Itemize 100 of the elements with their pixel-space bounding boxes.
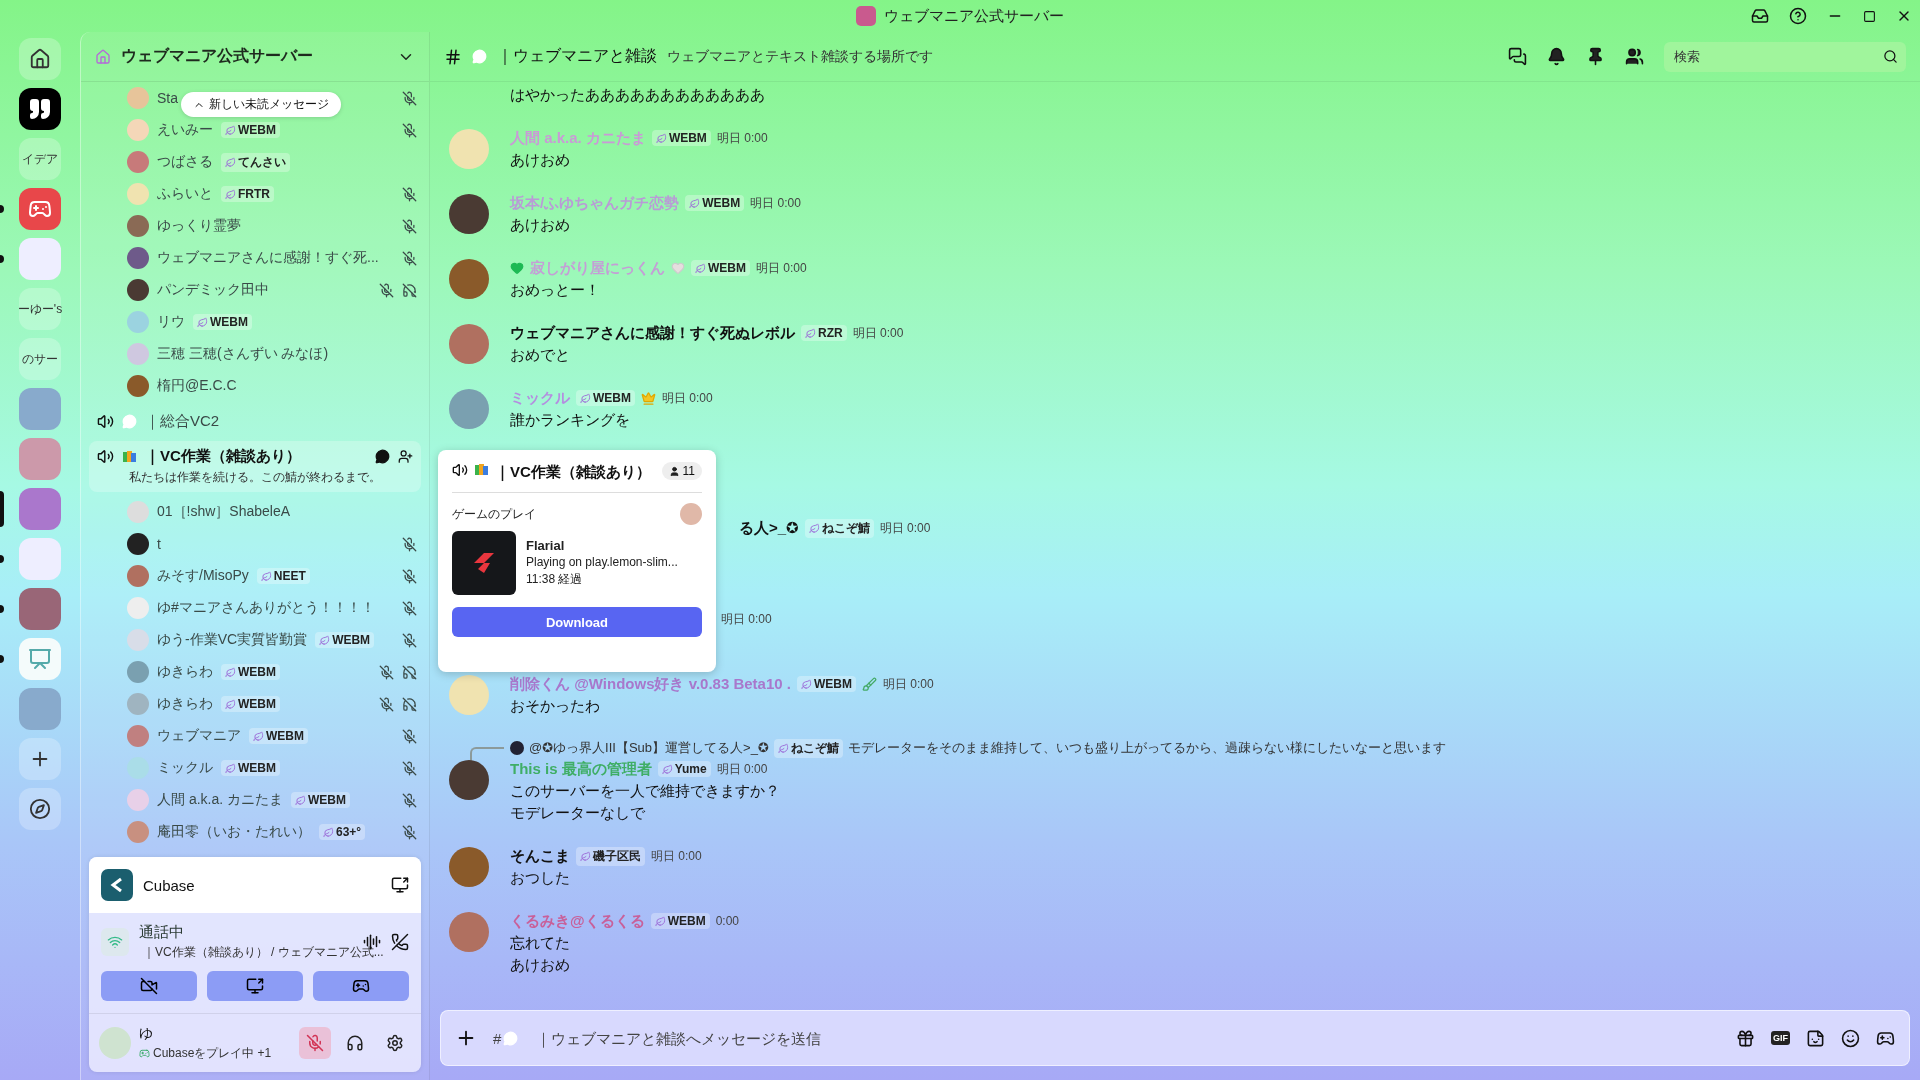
member-avatar [127, 375, 149, 397]
leaf-icon [655, 132, 667, 144]
member-name[interactable]: つばさる [157, 153, 213, 171]
add-server-button[interactable] [19, 738, 61, 780]
screen-share-icon[interactable] [391, 876, 409, 894]
server-button[interactable] [19, 88, 61, 130]
maximize-icon[interactable] [1863, 9, 1876, 23]
screen-share-button[interactable] [207, 971, 303, 1001]
reply-author[interactable]: @✪ゆっ界人III【Sub】運営してる人>_✪ [529, 739, 769, 757]
inbox-icon[interactable] [1751, 7, 1769, 25]
unread-messages-pill[interactable]: 新しい未読メッセージ [181, 92, 341, 117]
message-time: 明日 0:00 [662, 389, 713, 407]
server-name[interactable]: ウェブマニア公式サーバー [121, 46, 387, 67]
member-name[interactable]: t [157, 536, 161, 552]
threads-icon[interactable] [1508, 47, 1527, 66]
leaf-icon [689, 197, 701, 209]
leaf-icon [197, 316, 208, 328]
role-label: WEBM [238, 665, 276, 679]
microphone-button[interactable] [299, 1027, 331, 1059]
home-button[interactable] [19, 38, 61, 80]
server-name-button[interactable]: イデア [19, 138, 61, 180]
voice-channel[interactable]: ｜VC作業（雑談あり） 私たちは作業を続ける。この鯖が終わるまで。 [89, 441, 421, 492]
author-name[interactable]: そんこま [510, 846, 570, 866]
download-button[interactable]: Download [452, 607, 702, 637]
help-icon[interactable] [1789, 7, 1807, 25]
quote-icon [28, 97, 52, 121]
elapsed-time: 11:38 経過 [526, 571, 584, 588]
emoji-icon[interactable] [1841, 1028, 1860, 1048]
member-name[interactable]: ゆう-作業VC実質皆勤賞 [157, 631, 308, 649]
member-name[interactable]: ゆきらわ [157, 695, 213, 713]
leaf-icon [225, 188, 236, 200]
member-name[interactable]: ゆ#マニアさんありがとう！！！！ [157, 599, 375, 617]
disconnect-icon[interactable] [391, 933, 409, 951]
camera-button[interactable] [101, 971, 197, 1001]
role-label: 磯子区民 [593, 847, 641, 865]
easel-icon [28, 647, 52, 671]
message-text: あけおめ [510, 215, 571, 235]
invite-icon[interactable] [398, 449, 413, 464]
role-label: WEBM [238, 123, 276, 137]
sticker-icon[interactable] [1806, 1028, 1825, 1048]
search-input[interactable]: 検索 [1672, 48, 1883, 65]
member-name[interactable]: Sta [157, 90, 178, 106]
message-text: モデレーターなしで [510, 803, 646, 823]
window-title: ウェブマニア公式サーバー [884, 6, 1064, 26]
message-input[interactable]: ｜ウェブマニアと雑談へメッセージを送信 [534, 1028, 1720, 1048]
message-field[interactable]: # ｜ウェブマニアと雑談へメッセージを送信 GIF [440, 1010, 1910, 1066]
author-name[interactable]: ウェブマニアさんに感謝！すぐ死ぬレボル [510, 323, 795, 343]
member-name[interactable]: ミックル [157, 759, 213, 777]
role-label: WEBM [668, 131, 707, 145]
member-name[interactable]: えいみー [157, 121, 213, 139]
home-icon [29, 48, 51, 70]
member-name[interactable]: 庵田零（いお・たれい） [157, 823, 311, 841]
member-name[interactable]: ウェブマニア [157, 727, 241, 745]
member-avatar [127, 789, 149, 811]
camera-off-icon [140, 977, 158, 995]
role-label: Yume [674, 762, 707, 776]
compass-icon [29, 798, 51, 820]
member-name[interactable]: 楕円@E.C.C [157, 377, 237, 395]
member-name[interactable]: 人間 a.k.a. カニたま [157, 791, 284, 809]
member-name[interactable]: みそす/MisoPy [157, 567, 249, 585]
member-name[interactable]: ウェブマニアさんに感謝！すぐ死... [157, 249, 379, 267]
gift-icon[interactable] [1736, 1028, 1755, 1048]
member-name[interactable]: リウ [157, 313, 185, 331]
activity-button[interactable] [313, 971, 409, 1001]
message-text: はやかったああああああああああああ [510, 85, 765, 105]
role-label: WEBM [813, 677, 852, 691]
bell-icon[interactable] [1547, 47, 1566, 66]
user-avatar[interactable] [449, 760, 489, 800]
member-avatar [127, 343, 149, 365]
members-icon[interactable] [1625, 47, 1644, 66]
chat-icon[interactable] [375, 449, 390, 464]
member-avatar [127, 119, 149, 141]
leaf-icon [661, 763, 673, 775]
message-text: おそかったわ [510, 696, 601, 716]
member-name[interactable]: ゆきらわ [157, 663, 213, 681]
voice-channel[interactable]: ｜総合VC2 [89, 406, 421, 437]
server-picture[interactable] [19, 488, 61, 530]
message-time: 明日 0:00 [651, 847, 702, 865]
member-name[interactable]: ゆっくり霊夢 [157, 217, 241, 235]
channel-name: ｜VC作業（雑談あり） [145, 447, 302, 466]
call-channel[interactable]: ｜VC作業（雑談あり） / ウェブマニア公式... [143, 944, 384, 961]
author-name[interactable]: る人>_✪ [739, 518, 799, 538]
channel-topic: ウェブマニアとテキスト雑談する場所です [667, 47, 934, 66]
explore-button[interactable] [19, 788, 61, 830]
member-name[interactable]: ふらいと [157, 185, 213, 203]
user-avatar[interactable] [449, 194, 489, 234]
pin-icon[interactable] [1586, 47, 1605, 66]
gif-button[interactable]: GIF [1771, 1031, 1790, 1045]
server-name-button[interactable]: のサー [19, 338, 61, 380]
role-label: ねこぞ鯖 [790, 739, 839, 757]
member-name[interactable]: パンデミック田中 [157, 281, 269, 299]
server-picture[interactable] [19, 588, 61, 630]
reply-text[interactable]: モデレーターをそのまま維持して、いつも盛り上がってるから、過疎らない様にしたいなーと思います [847, 739, 1446, 757]
member-avatar [127, 565, 149, 587]
server-name-button[interactable]: ーゆー's [19, 288, 61, 330]
member-name[interactable]: 01［!shw］ShabeleA [157, 503, 291, 521]
user-avatar[interactable] [449, 259, 489, 299]
member-name[interactable]: 三穂 三穂(さんずい みなほ) [157, 345, 329, 363]
role-label: FRTR [238, 187, 270, 201]
search-field[interactable]: 検索 [1664, 41, 1906, 72]
